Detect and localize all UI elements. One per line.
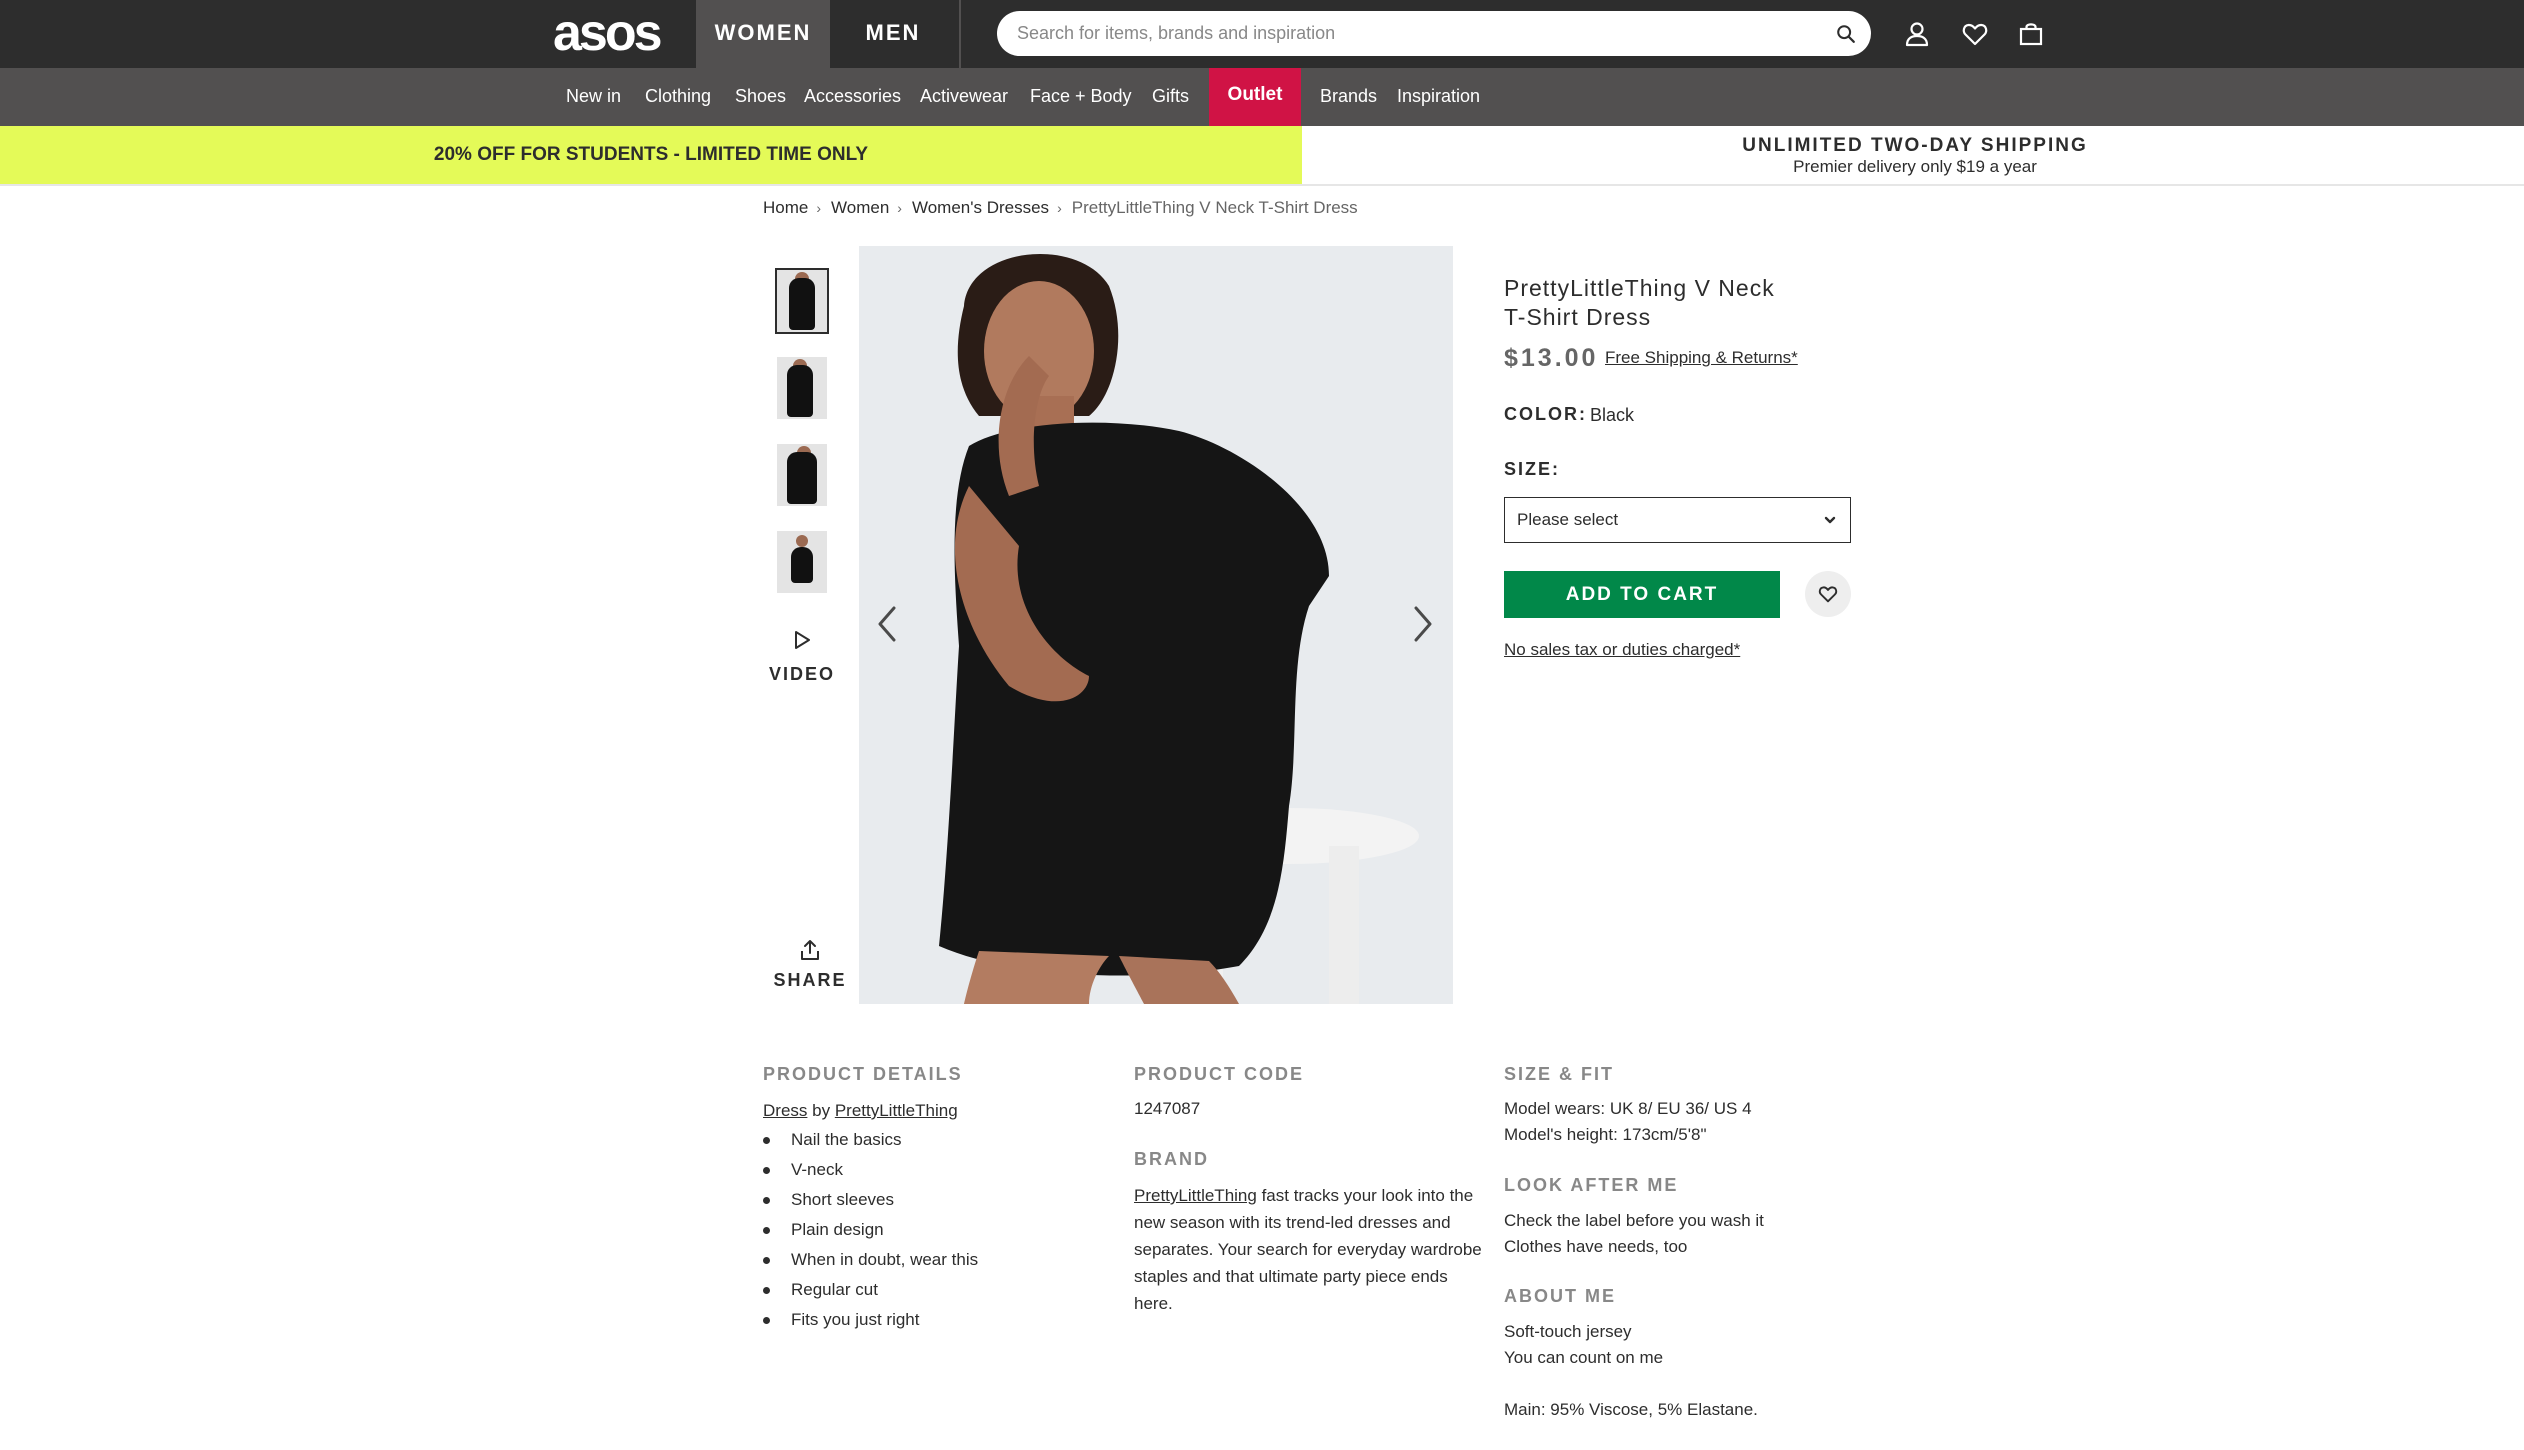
list-item: Regular cut [763,1275,978,1305]
list-item: Fits you just right [763,1305,978,1335]
list-item: V-neck [763,1155,978,1185]
size-fit-line: Model wears: UK 8/ EU 36/ US 4 [1504,1099,1752,1118]
brand-link[interactable]: PrettyLittleThing [835,1101,958,1120]
share-label: SHARE [773,970,847,990]
save-for-later-button[interactable] [1805,571,1851,617]
student-discount-banner[interactable]: 20% OFF FOR STUDENTS - LIMITED TIME ONLY [0,126,1302,184]
shipping-banner-title: UNLIMITED TWO-DAY SHIPPING [1742,135,2088,156]
search-icon[interactable] [1835,23,1857,45]
thumbnail-1[interactable] [775,268,829,334]
breadcrumb-current: PrettyLittleThing V Neck T-Shirt Dress [1071,198,1358,217]
look-after-line: Check the label before you wash it [1504,1211,1764,1230]
about-me-line: Soft-touch jersey [1504,1322,1632,1341]
thumbnail-4[interactable] [777,531,827,593]
bag-icon[interactable] [2016,19,2046,49]
shipping-banner-subtitle: Premier delivery only $19 a year [1793,157,2037,176]
thumbnail-3[interactable] [777,444,827,506]
shipping-banner[interactable]: UNLIMITED TWO-DAY SHIPPING Premier deliv… [1306,126,2524,184]
product-price: $13.00 [1504,344,1599,372]
brand-heading: BRAND [1134,1149,1209,1169]
category-nav: New in Clothing Shoes Accessories Active… [0,68,2524,126]
list-item: Short sleeves [763,1185,978,1215]
look-after-me-heading: LOOK AFTER ME [1504,1175,1679,1195]
nav-item-inspiration[interactable]: Inspiration [1397,68,1480,126]
breadcrumb-separator: › [816,200,822,216]
no-sales-tax-link[interactable]: No sales tax or duties charged* [1504,640,1740,660]
asos-logo[interactable]: asos [553,5,675,61]
nav-item-gifts[interactable]: Gifts [1152,68,1189,126]
free-shipping-link[interactable]: Free Shipping & Returns* [1605,348,1798,368]
previous-image-arrow-icon[interactable] [870,600,906,648]
nav-item-brands[interactable]: Brands [1320,68,1377,126]
banner-divider [0,184,2524,186]
search-input[interactable] [1015,11,1815,56]
share-icon [801,940,819,960]
size-select[interactable]: Please select [1504,497,1851,543]
size-fit-line: Model's height: 173cm/5'8" [1504,1125,1707,1144]
nav-item-accessories[interactable]: Accessories [804,68,901,126]
breadcrumb-separator: › [1057,200,1062,216]
product-details-heading: PRODUCT DETAILS [763,1064,963,1084]
list-item: Plain design [763,1215,978,1245]
brand-description: PrettyLittleThing fast tracks your look … [1134,1182,1486,1317]
tab-men[interactable]: MEN [826,0,960,68]
breadcrumb-home[interactable]: Home [763,198,808,218]
heart-icon [1818,586,1838,603]
video-label: VIDEO [768,664,835,684]
share-button[interactable]: SHARE [768,936,852,996]
breadcrumb-womens-dresses[interactable]: Women's Dresses [912,198,1049,218]
nav-item-new-in[interactable]: New in [566,68,621,126]
product-details-list: Nail the basics V-neck Short sleeves Pla… [763,1125,978,1335]
product-photo [859,246,1453,1004]
about-me-line: You can count on me [1504,1348,1664,1367]
look-after-line: Clothes have needs, too [1504,1237,1688,1256]
thumbnail-2[interactable] [777,357,827,419]
color-label: COLOR: [1504,404,1587,424]
account-icon[interactable] [1902,19,1932,49]
top-header: asos WOMEN MEN [0,0,2524,68]
breadcrumb-women[interactable]: Women [831,198,889,218]
video-button[interactable]: VIDEO [760,624,844,690]
product-code-heading: PRODUCT CODE [1134,1064,1305,1084]
by-text: by [807,1101,835,1120]
size-select-value: Please select [1517,510,1619,529]
brand-description-link[interactable]: PrettyLittleThing [1134,1186,1257,1205]
breadcrumb-separator: › [897,200,902,216]
size-fit-heading: SIZE & FIT [1504,1064,1614,1084]
list-item: Nail the basics [763,1125,978,1155]
search-bar [997,11,1871,56]
saved-items-heart-icon[interactable] [1960,19,1990,49]
product-details-category: Dress by PrettyLittleThing [763,1097,958,1124]
nav-item-clothing[interactable]: Clothing [645,68,711,126]
product-code-value: 1247087 [1134,1099,1201,1118]
nav-item-outlet[interactable]: Outlet [1209,68,1301,126]
next-image-arrow-icon[interactable] [1404,600,1440,648]
chevron-down-icon [1824,516,1836,524]
play-icon [795,631,810,649]
composition: Main: 95% Viscose, 5% Elastane. [1504,1400,1758,1419]
nav-item-shoes[interactable]: Shoes [735,68,786,126]
product-title: PrettyLittleThing V Neck T-Shirt Dress [1504,275,1775,330]
size-label: SIZE: [1504,459,1561,479]
breadcrumb: Home › Women › Women's Dresses › PrettyLittleT… [763,198,1358,218]
product-main-image [859,246,1453,1004]
add-to-cart-button[interactable]: ADD TO CART [1504,571,1780,618]
brand-description-text: fast tracks your look into the new seaso… [1134,1186,1482,1313]
category-link[interactable]: Dress [763,1101,807,1120]
header-divider [959,0,961,68]
color-value: Black [1590,405,1635,425]
list-item: When in doubt, wear this [763,1245,978,1275]
about-me-heading: ABOUT ME [1504,1286,1616,1306]
nav-item-face-body[interactable]: Face + Body [1030,68,1132,126]
nav-item-activewear[interactable]: Activewear [920,68,1008,126]
tab-women[interactable]: WOMEN [696,0,830,68]
